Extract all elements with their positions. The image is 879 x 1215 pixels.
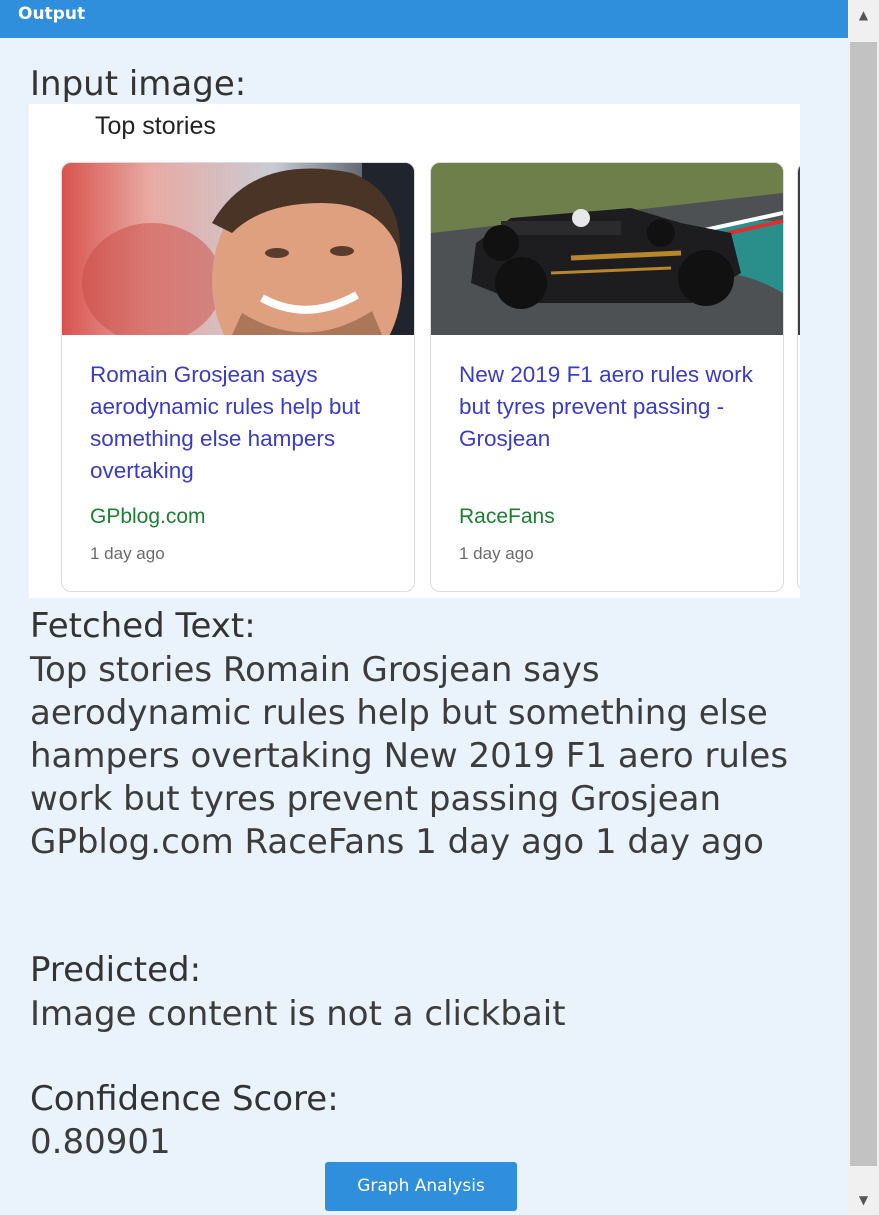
scroll-down-arrow-icon[interactable]: ▼ (848, 1185, 879, 1215)
story-time: 1 day ago (459, 544, 534, 563)
story-card: Romain Grosjean says aerodynamic rules h… (61, 162, 415, 592)
top-stories-heading: Top stories (95, 112, 216, 140)
input-image-label: Input image: (30, 64, 247, 104)
f1-car-image (431, 163, 783, 335)
story-card: New 2019 F1 aero rules work but tyres pr… (430, 162, 784, 592)
panel-title: Output (18, 4, 86, 24)
output-panel-header: Output (0, 0, 848, 38)
vertical-scrollbar[interactable]: ▲ ▼ (848, 0, 879, 1215)
story-headline-link[interactable]: New 2019 F1 aero rules work but tyres pr… (459, 359, 759, 455)
story-card-partial (797, 162, 800, 592)
input-image: Top stories Romain Grosjean says aerodyn (29, 104, 800, 598)
story-headline-link[interactable]: Romain Grosjean says aerodynamic rules h… (90, 359, 390, 487)
predicted-label: Predicted: (30, 950, 202, 990)
fetched-text-label: Fetched Text: (30, 606, 256, 646)
story-source: GPblog.com (90, 505, 206, 528)
predicted-value: Image content is not a clickbait (30, 994, 566, 1034)
story-source: RaceFans (459, 505, 555, 528)
story-time: 1 day ago (90, 544, 165, 563)
graph-analysis-button[interactable]: Graph Analysis (325, 1162, 517, 1211)
driver-portrait-image (62, 163, 414, 335)
fetched-text-value: Top stories Romain Grosjean says aerodyn… (30, 650, 789, 862)
confidence-score-label: Confidence Score: (30, 1079, 339, 1119)
scroll-thumb[interactable] (850, 42, 877, 1166)
confidence-score-value: 0.80901 (30, 1122, 171, 1162)
scroll-up-arrow-icon[interactable]: ▲ (848, 0, 879, 30)
story-card-partial-image (798, 163, 800, 335)
